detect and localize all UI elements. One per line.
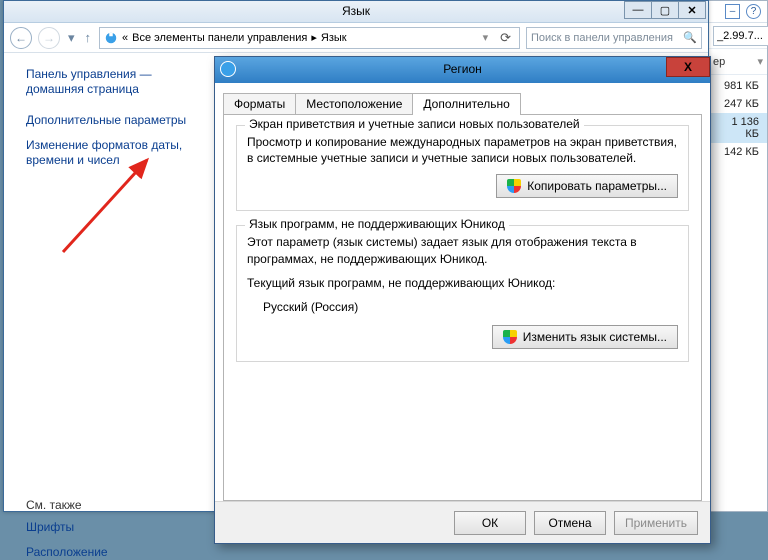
file-row[interactable]: 1 136 КБ [709, 113, 767, 143]
chevron-right-icon: ▸ [311, 31, 317, 44]
up-button[interactable]: ↑ [83, 30, 94, 45]
address-dropdown-icon[interactable]: ▾ [479, 31, 493, 44]
dialog-button-row: ОК Отмена Применить [215, 501, 710, 543]
explorer-address-fragment[interactable] [713, 26, 768, 46]
link-change-formats[interactable]: Изменение форматов даты, времени и чисел [26, 138, 190, 168]
search-input[interactable]: Поиск в панели управления 🔍 [526, 27, 702, 49]
tabstrip: Форматы Местоположение Дополнительно [223, 93, 702, 115]
close-button[interactable]: ✕ [678, 1, 706, 19]
group-non-unicode: Язык программ, не поддерживающих Юникод … [236, 225, 689, 362]
current-language-label: Текущий язык программ, не поддерживающих… [247, 275, 678, 291]
tab-formats[interactable]: Форматы [223, 93, 296, 115]
file-row[interactable]: 981 КБ [709, 77, 767, 95]
link-fonts[interactable]: Шрифты [26, 520, 190, 535]
breadcrumb-seg[interactable]: Все элементы панели управления [132, 32, 307, 44]
dialog-titlebar[interactable]: Регион X [215, 57, 710, 83]
background-explorer-window: – ? ⟳ ер▾ 981 КБ 247 КБ 1 136 КБ 142 КБ [708, 0, 768, 512]
group-legend: Экран приветствия и учетные записи новых… [245, 117, 584, 131]
current-language-value: Русский (Россия) [263, 299, 678, 315]
back-button[interactable]: ← [10, 27, 32, 49]
uac-shield-icon [507, 179, 521, 193]
tab-location[interactable]: Местоположение [295, 93, 413, 115]
control-panel-icon [104, 31, 118, 45]
window-title: Язык [4, 4, 708, 18]
apply-button[interactable]: Применить [614, 511, 698, 535]
maximize-button[interactable]: ▢ [651, 1, 679, 19]
ok-button[interactable]: ОК [454, 511, 526, 535]
link-additional-params[interactable]: Дополнительные параметры [26, 113, 190, 128]
side-pane: Панель управления — домашняя страница До… [4, 53, 200, 511]
dialog-title: Регион [215, 62, 710, 76]
link-cp-home[interactable]: Панель управления — домашняя страница [26, 67, 190, 97]
column-size-fragment: ер [713, 56, 725, 68]
minimize-button[interactable]: — [624, 1, 652, 19]
tab-advanced[interactable]: Дополнительно [412, 93, 520, 115]
link-location[interactable]: Расположение [26, 545, 190, 560]
forward-button[interactable]: → [38, 27, 60, 49]
file-row[interactable]: 142 КБ [709, 143, 767, 161]
dialog-close-button[interactable]: X [666, 57, 710, 77]
file-row[interactable]: 247 КБ [709, 95, 767, 113]
refresh-icon[interactable]: ⟳ [496, 30, 515, 46]
explorer-help-button[interactable]: ? [746, 4, 761, 19]
search-placeholder: Поиск в панели управления [531, 32, 673, 44]
cancel-button[interactable]: Отмена [534, 511, 606, 535]
dropdown-icon[interactable]: ▾ [757, 55, 763, 68]
breadcrumb-seg[interactable]: Язык [321, 32, 347, 44]
address-bar[interactable]: « Все элементы панели управления ▸ Язык … [99, 27, 520, 49]
group-desc: Просмотр и копирование международных пар… [247, 134, 678, 166]
recent-dropdown-icon[interactable]: ▾ [66, 30, 77, 46]
region-dialog: Регион X Форматы Местоположение Дополнит… [214, 56, 711, 544]
group-welcome-screen: Экран приветствия и учетные записи новых… [236, 125, 689, 211]
uac-shield-icon [503, 330, 517, 344]
copy-settings-button[interactable]: Копировать параметры... [496, 174, 678, 198]
nav-toolbar: ← → ▾ ↑ « Все элементы панели управления… [4, 23, 708, 53]
see-also-label: См. также [26, 498, 190, 512]
tab-panel-advanced: Экран приветствия и учетные записи новых… [223, 114, 702, 501]
group-desc: Этот параметр (язык системы) задает язык… [247, 234, 678, 266]
titlebar[interactable]: Язык — ▢ ✕ [4, 1, 708, 23]
search-icon: 🔍 [683, 31, 697, 44]
explorer-min-button[interactable]: – [725, 4, 740, 19]
group-legend: Язык программ, не поддерживающих Юникод [245, 217, 509, 231]
change-system-locale-button[interactable]: Изменить язык системы... [492, 325, 678, 349]
file-size-column: 981 КБ 247 КБ 1 136 КБ 142 КБ [709, 75, 767, 163]
